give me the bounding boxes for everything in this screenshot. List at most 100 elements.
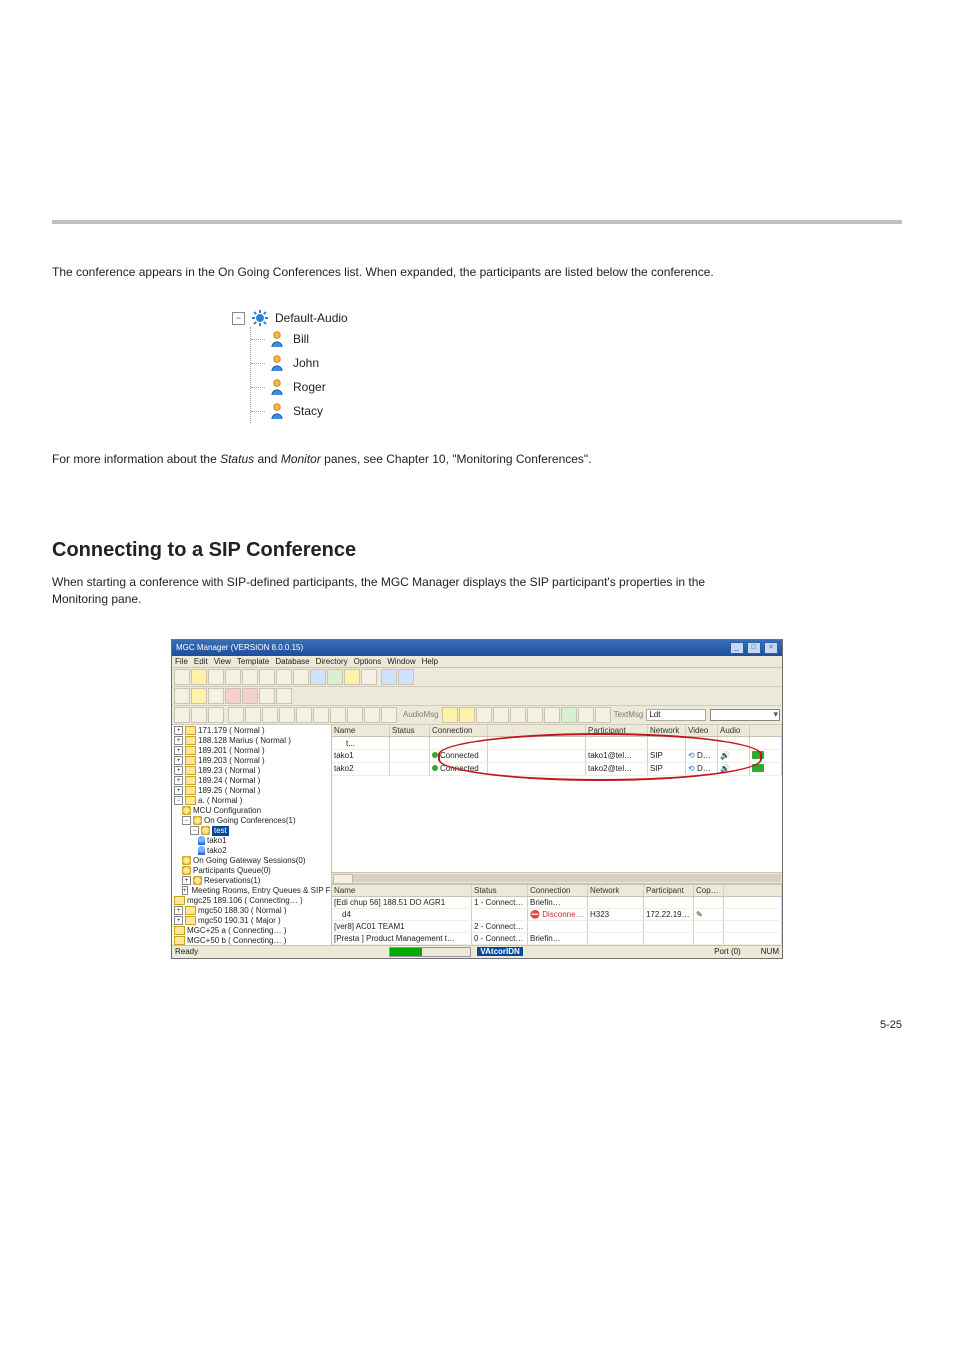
col-participant[interactable]: Participant [586,725,648,736]
col2-copy[interactable]: Cop… [694,885,724,896]
menu-view[interactable]: View [214,657,231,666]
toolbar-button[interactable] [259,688,275,704]
window-maximize-button[interactable]: □ [747,642,761,654]
tree-mcu-node[interactable]: +189.24 ( Normal ) [174,776,329,786]
toolbar-button[interactable] [174,669,190,685]
tree-participant-node[interactable]: tako2 [174,846,329,856]
toolbar-button[interactable] [174,688,190,704]
menu-directory[interactable]: Directory [316,657,348,666]
toolbar-gear-icon[interactable] [242,688,258,704]
tree-mcu-node[interactable]: −a. ( Normal ) [174,796,329,806]
scrollbar-horizontal[interactable] [332,872,782,883]
window-close-button[interactable]: × [764,642,778,654]
col-status[interactable]: Status [390,725,430,736]
toolbar-button[interactable] [381,707,397,723]
toolbar-button[interactable] [228,707,244,723]
toolbar-button[interactable] [293,669,309,685]
toolbar-button[interactable] [276,688,292,704]
toolbar-button[interactable] [442,707,458,723]
toolbar-button[interactable] [347,707,363,723]
toolbar-button[interactable] [327,669,343,685]
toolbar-button[interactable] [296,707,312,723]
toolbar-button[interactable] [510,707,526,723]
col-connection[interactable]: Connection [430,725,488,736]
tree-mcu-node[interactable]: +mgc50 188.30 ( Normal ) [174,906,329,916]
tree-mcu-node[interactable]: +189.201 ( Normal ) [174,746,329,756]
col2-name[interactable]: Name [332,885,472,896]
col-audio[interactable]: Audio [718,725,750,736]
tree-node[interactable]: +Reservations(1) [174,876,329,886]
tree-node[interactable]: MCU Configuration [174,806,329,816]
toolbar-textmsg-input[interactable]: Ldt [646,709,706,721]
toolbar-button[interactable] [544,707,560,723]
toolbar-button[interactable] [578,707,594,723]
col-network[interactable]: Network [648,725,686,736]
window-minimize-button[interactable]: _ [730,642,744,654]
toolbar-button[interactable] [208,688,224,704]
toolbar-button[interactable] [313,707,329,723]
table-row[interactable]: [ver8] AC01 TEAM1 2 - Connected… [332,921,782,933]
toolbar-button[interactable] [459,707,475,723]
tree-mcu-node[interactable]: +188.128 Marius ( Normal ) [174,736,329,746]
tree-mcu-node[interactable]: MGC+50 b ( Connecting… ) [174,936,329,945]
toolbar-button[interactable] [225,669,241,685]
col2-status[interactable]: Status [472,885,528,896]
col-name[interactable]: Name [332,725,390,736]
table-row[interactable]: d4 ⛔ Disconnected H323 172.22.19… ✎ [332,909,782,921]
table-row[interactable]: tako2 Connected tako2@tel… SIP ⟲ D… 🔊 [332,763,782,776]
tree-mcu-node[interactable]: +189.23 ( Normal ) [174,766,329,776]
col2-network[interactable]: Network [588,885,644,896]
toolbar-button[interactable] [242,669,258,685]
tree-mcu-node[interactable]: +mgc50 190.31 ( Major ) [174,916,329,926]
toolbar-button[interactable] [191,669,207,685]
toolbar-button[interactable] [310,669,326,685]
table-row[interactable]: t... [332,737,782,750]
tree-mcu-node[interactable]: MGC+25 a ( Connecting… ) [174,926,329,936]
toolbar-button[interactable] [361,669,377,685]
toolbar-button[interactable] [276,669,292,685]
tree-node[interactable]: On Going Gateway Sessions(0) [174,856,329,866]
menu-help[interactable]: Help [422,657,438,666]
tree-mcu-node[interactable]: +171.179 ( Normal ) [174,726,329,736]
table-row[interactable]: [Edi chup 56] 188.51 DO AGR1 1 - Connect… [332,897,782,909]
tree-participant-node[interactable]: tako1 [174,836,329,846]
menu-file[interactable]: File [175,657,188,666]
col2-connection[interactable]: Connection [528,885,588,896]
menu-template[interactable]: Template [237,657,269,666]
menu-database[interactable]: Database [275,657,309,666]
toolbar-button[interactable] [493,707,509,723]
toolbar-button[interactable] [191,688,207,704]
tree-mcu-node[interactable]: +189.25 ( Normal ) [174,786,329,796]
menu-edit[interactable]: Edit [194,657,208,666]
tree-ongoing-conferences[interactable]: −On Going Conferences(1) [174,816,329,826]
toolbar-button[interactable] [259,669,275,685]
toolbar-button[interactable] [262,707,278,723]
tree-node[interactable]: +Meeting Rooms, Entry Queues & SIP Facto… [174,886,329,896]
toolbar-button[interactable] [208,669,224,685]
toolbar-button[interactable] [330,707,346,723]
tree-mcu-node[interactable]: mgc25 189.106 ( Connecting… ) [174,896,329,906]
toolbar-button[interactable] [344,669,360,685]
toolbar-button[interactable] [476,707,492,723]
toolbar-button[interactable] [191,707,207,723]
toolbar-button[interactable] [398,669,414,685]
toolbar-button[interactable] [245,707,261,723]
toolbar-select[interactable] [710,709,780,721]
toolbar-button[interactable] [561,707,577,723]
tree-mcu-node[interactable]: +189.203 ( Normal ) [174,756,329,766]
toolbar-button[interactable] [381,669,397,685]
col-extra[interactable] [750,725,782,736]
col2-participant[interactable]: Participant [644,885,694,896]
toolbar-button[interactable] [527,707,543,723]
toolbar-button[interactable] [595,707,611,723]
table-row[interactable]: tako1 Connected tako1@tel… SIP ⟲ D… 🔊 [332,750,782,763]
menu-window[interactable]: Window [387,657,415,666]
toolbar-button[interactable] [364,707,380,723]
tree-conference-node[interactable]: −test [174,826,329,836]
table-row[interactable]: [Presta ] Product Management t… 0 - Conn… [332,933,782,945]
toolbar-button[interactable] [279,707,295,723]
col-video[interactable]: Video [686,725,718,736]
menu-options[interactable]: Options [354,657,382,666]
toolbar-button[interactable] [174,707,190,723]
toolbar-button[interactable] [225,688,241,704]
